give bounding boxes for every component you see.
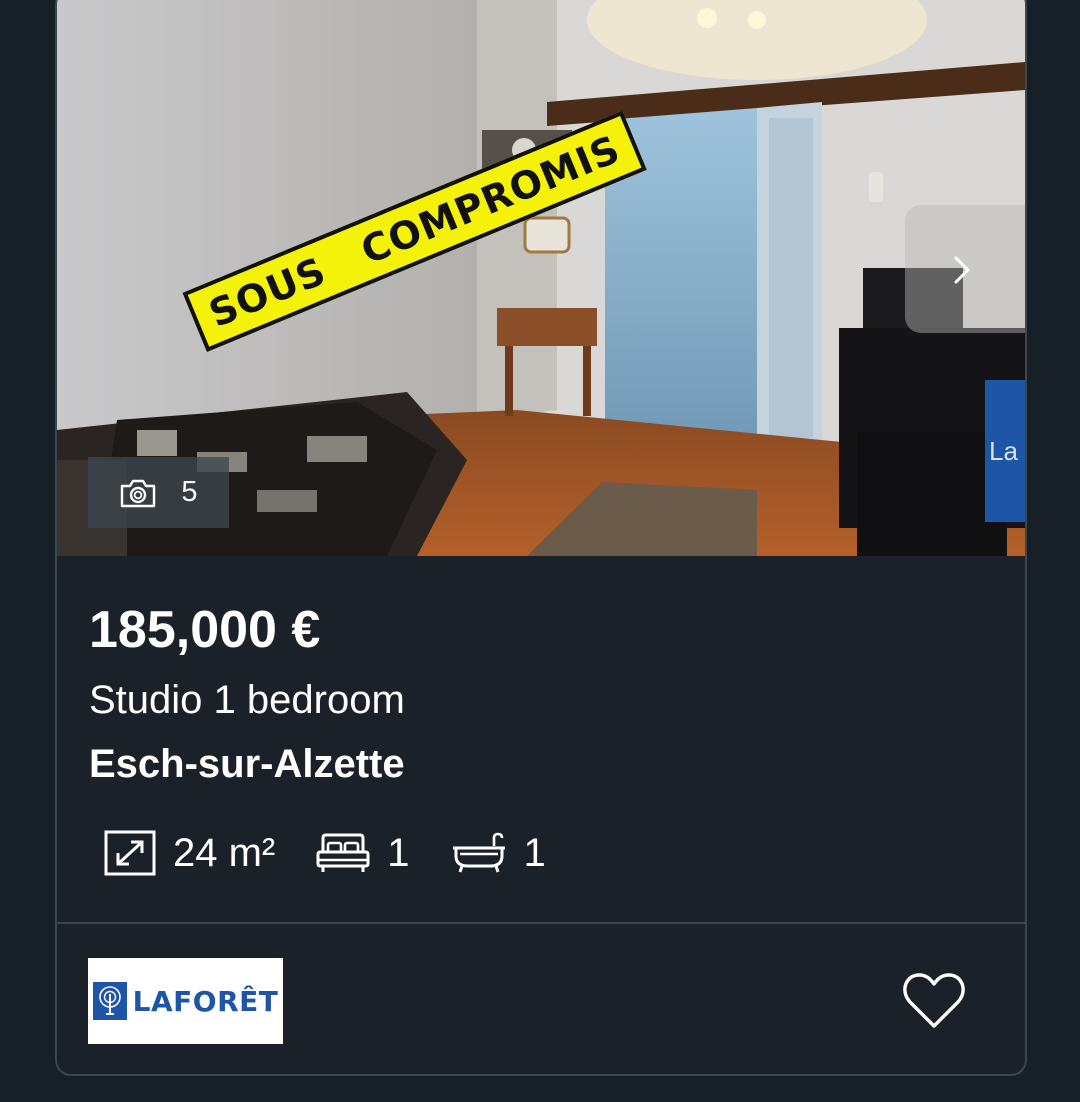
photo-count: 5 [181, 476, 198, 508]
listing-price: 185,000 € [89, 601, 321, 659]
bathtub-icon [452, 832, 505, 873]
property-type: Studio 1 bedroom [89, 678, 405, 722]
next-photo-button[interactable] [905, 205, 1025, 333]
listing-location: Esch-sur-Alzette [89, 742, 405, 786]
bed-icon [316, 833, 370, 872]
listing-card[interactable]: SOUS COMPROMIS 5 La 185,000 € Studio 1 b… [55, 0, 1027, 1076]
area-value: 24 m² [173, 831, 276, 875]
agency-logo[interactable]: LAFORÊT [88, 958, 283, 1044]
bedrooms-value: 1 [387, 831, 410, 875]
resize-diagonal-icon [104, 830, 156, 876]
bathrooms-value: 1 [523, 831, 546, 875]
camera-icon [121, 479, 156, 507]
listing-photo[interactable]: SOUS COMPROMIS 5 La [57, 0, 1025, 556]
feature-bedrooms: 1 [315, 829, 410, 877]
feature-area: 24 m² [103, 829, 275, 877]
agency-name: LAFORÊT [132, 984, 279, 1018]
feature-list: 24 m² 1 1 [103, 828, 586, 878]
heart-outline-icon [903, 973, 965, 1028]
tree-icon [92, 982, 127, 1020]
footer-divider [57, 922, 1025, 924]
feature-bathrooms: 1 [450, 829, 546, 877]
favorite-button[interactable] [899, 966, 969, 1036]
peek-logo-text: La [989, 436, 1018, 466]
next-photo-agency-logo: La [985, 380, 1025, 522]
photo-count-badge[interactable]: 5 [88, 457, 229, 528]
chevron-right-icon [954, 256, 970, 284]
